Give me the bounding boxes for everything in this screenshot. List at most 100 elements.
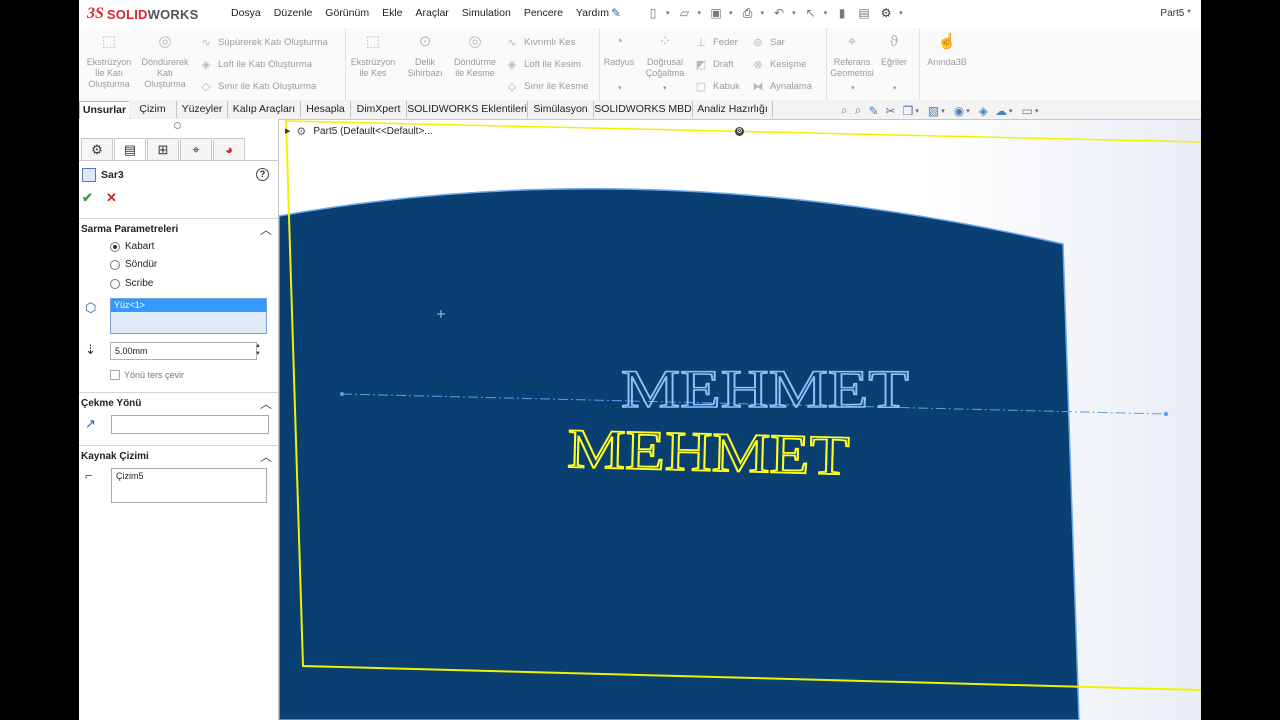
tab-solidworks-mbd[interactable]: SOLIDWORKS MBD — [594, 101, 693, 118]
wrap-button[interactable]: ⊚ Sar — [751, 33, 784, 51]
display-manager-tab-icon[interactable]: ◕ — [213, 138, 245, 161]
menu-dosya[interactable]: Dosya — [231, 7, 261, 19]
menu-ekle[interactable]: Ekle — [382, 7, 402, 19]
menu-simulation[interactable]: Simulation — [462, 7, 511, 19]
configuration-manager-tab-icon[interactable]: ⊞ — [147, 138, 179, 161]
previous-view-icon[interactable]: ✎ — [868, 104, 878, 118]
section-pull-direction[interactable]: Çekme Yönü ︿ — [79, 392, 278, 413]
graphics-area[interactable]: MEHMET MEHMET ▶ ⚙ Part5 (Default<<Defaul… — [279, 120, 1201, 720]
tab-simulasyon[interactable]: Simülasyon — [528, 101, 594, 118]
face-selection-icon: ⬡ — [85, 300, 97, 315]
collapse-chevron-icon[interactable]: ︿ — [260, 221, 272, 238]
shell-button[interactable]: ▢ Kabuk — [694, 77, 740, 95]
tab-cizim[interactable]: Çizim — [129, 101, 177, 118]
extrude-boss-icon: ⬚ — [101, 33, 117, 50]
zoom-to-area-icon[interactable]: ⌕ — [855, 103, 862, 118]
loft-cut-button[interactable]: ◈ Loft ile Kesim — [505, 55, 581, 73]
section-wrap-parameters[interactable]: Sarma Parametreleri ︿ — [79, 218, 278, 239]
revolve-cut-button[interactable]: ◎ Döndürme ile Kesme — [449, 34, 501, 79]
source-sketch-field[interactable]: Çizim5 — [111, 468, 267, 503]
menu-araclar[interactable]: Araçlar — [416, 7, 449, 19]
menu-gorunum[interactable]: Görünüm — [325, 7, 369, 19]
reference-dropdown-icon[interactable]: ▾ — [851, 84, 855, 92]
tab-analiz-hazirligi[interactable]: Analiz Hazırlığı — [693, 101, 773, 118]
section-view-icon[interactable]: ✂ — [886, 104, 896, 118]
expand-arrow-icon[interactable]: ▶ — [285, 127, 290, 135]
new-document-icon[interactable]: ▯ — [644, 4, 662, 22]
file-properties-icon[interactable]: ▤ — [855, 4, 873, 22]
fillet-dropdown-icon[interactable]: ▾ — [618, 84, 622, 92]
collapse-chevron-icon[interactable]: ︿ — [260, 395, 272, 412]
draft-button[interactable]: ◩ Draft — [694, 55, 734, 73]
mirror-button[interactable]: ⧓ Aynalama — [751, 77, 813, 95]
part-label[interactable]: Part5 (Default<<Default>... — [313, 126, 432, 137]
menu-pencere[interactable]: Pencere — [524, 7, 563, 19]
reference-geometry-button[interactable]: ⌖ Referans Geometrisi — [826, 34, 878, 79]
property-manager-tab-icon[interactable]: ▤ — [114, 138, 146, 161]
undo-icon[interactable]: ↶ — [770, 4, 788, 22]
tab-yuzeyler[interactable]: Yüzeyler — [177, 101, 228, 118]
tab-hesapla[interactable]: Hesapla — [301, 101, 351, 118]
intersect-button[interactable]: ⊗ Kesişme — [751, 55, 806, 73]
tab-dimxpert[interactable]: DimXpert — [351, 101, 407, 118]
fillet-button[interactable]: ◔ Radyus — [593, 34, 645, 68]
zoom-to-fit-icon[interactable]: ⌕ — [841, 103, 848, 118]
help-icon[interactable]: ? — [256, 168, 269, 181]
rib-button[interactable]: ⊥ Feder — [694, 33, 738, 51]
swept-cut-button[interactable]: ∿ Kıvrımlı Kes — [505, 33, 575, 51]
options-gear-icon[interactable]: ⚙ — [877, 4, 895, 22]
pattern-dropdown-icon[interactable]: ▾ — [663, 84, 667, 92]
reverse-direction-checkbox[interactable]: Yönü ters çevir — [110, 370, 184, 380]
ok-button[interactable]: ✔ — [82, 190, 93, 206]
radio-deboss[interactable]: Söndür — [110, 259, 157, 270]
boundary-cut-button[interactable]: ◇ Sınır ile Kesme — [505, 77, 589, 95]
feature-tree-flyout[interactable]: ▶ ⚙ Part5 (Default<<Default>... — [285, 125, 433, 139]
menu-duzenle[interactable]: Düzenle — [274, 7, 313, 19]
display-style-icon[interactable]: ▧ — [928, 104, 939, 118]
tab-kalip-araclari[interactable]: Kalıp Araçları — [228, 101, 301, 118]
menu-yardim[interactable]: Yardım — [576, 7, 609, 19]
curves-dropdown-icon[interactable]: ▾ — [893, 84, 897, 92]
centerline-end-point — [1163, 411, 1169, 417]
linear-pattern-button[interactable]: ⁘ Doğrusal Çoğaltma — [639, 34, 691, 79]
selected-face[interactable]: Yüz<1> — [111, 299, 266, 312]
collapse-chevron-icon[interactable]: ︿ — [260, 448, 272, 465]
sweep-boss-button[interactable]: ∿ Süpürerek Katı Oluşturma — [199, 33, 327, 51]
tab-solidworks-eklentileri[interactable]: SOLIDWORKS Eklentileri — [407, 101, 528, 118]
extrude-boss-button[interactable]: ⬚ Ekstrüzyon İle Katı Oluşturma — [83, 33, 135, 90]
instant3d-button[interactable]: ☝ Anında3B — [921, 34, 973, 68]
select-icon[interactable]: ↖ — [802, 4, 820, 22]
panel-grip-icon[interactable] — [174, 122, 181, 129]
apply-scene-icon[interactable]: ☁ — [995, 104, 1007, 118]
boundary-boss-button[interactable]: ◇ Sınır ile Katı Oluşturma — [199, 77, 316, 95]
view-settings-icon[interactable]: ▭ — [1021, 104, 1032, 118]
print-icon[interactable]: ⎙ — [739, 4, 757, 22]
section-source-sketch[interactable]: Kaynak Çizimi ︿ — [79, 445, 278, 466]
extrude-cut-button[interactable]: ⬚ Ekstrüzyon ile Kes — [347, 34, 399, 79]
model-view[interactable]: MEHMET MEHMET — [279, 120, 1201, 720]
rebuild-icon[interactable]: ▮ — [833, 4, 851, 22]
open-document-icon[interactable]: ▱ — [676, 4, 694, 22]
dimxpert-manager-tab-icon[interactable]: ⌖ — [180, 138, 212, 161]
edit-appearance-icon[interactable]: ◈ — [979, 104, 988, 118]
depth-spinner-icon[interactable]: ▲ ▼ — [255, 342, 261, 358]
revolve-boss-button[interactable]: ◎ Döndürerek Katı Oluşturma — [139, 34, 191, 90]
face-selection-box[interactable]: Yüz<1> — [110, 298, 267, 334]
view-orientation-icon[interactable]: ❒ — [903, 104, 914, 118]
hide-show-items-icon[interactable]: ◉ — [954, 104, 964, 118]
radio-scribe[interactable]: Scribe — [110, 278, 153, 289]
feature-title: Sar3 — [82, 168, 124, 182]
solidworks-logo[interactable]: 3S SOLIDWORKS — [87, 4, 198, 24]
pull-direction-field[interactable] — [111, 415, 269, 434]
radio-emboss[interactable]: Kabart — [110, 241, 154, 252]
hole-wizard-button[interactable]: ⊙ Delik Sihirbazı — [399, 34, 451, 79]
cancel-button[interactable]: ✕ — [106, 190, 117, 206]
save-icon[interactable]: ▣ — [707, 4, 725, 22]
feature-manager-tab-icon[interactable]: ⚙ — [81, 138, 113, 161]
tab-unsurlar[interactable]: Unsurlar — [79, 101, 130, 119]
depth-input[interactable]: 5.00mm — [110, 342, 257, 360]
curves-button[interactable]: ϑ Eğriler — [874, 34, 914, 68]
loft-boss-button[interactable]: ◈ Loft ile Katı Oluşturma — [199, 55, 312, 73]
rotate-center-icon[interactable]: ⚙ — [735, 127, 744, 136]
pin-menu-icon[interactable]: ✎ — [611, 6, 621, 20]
